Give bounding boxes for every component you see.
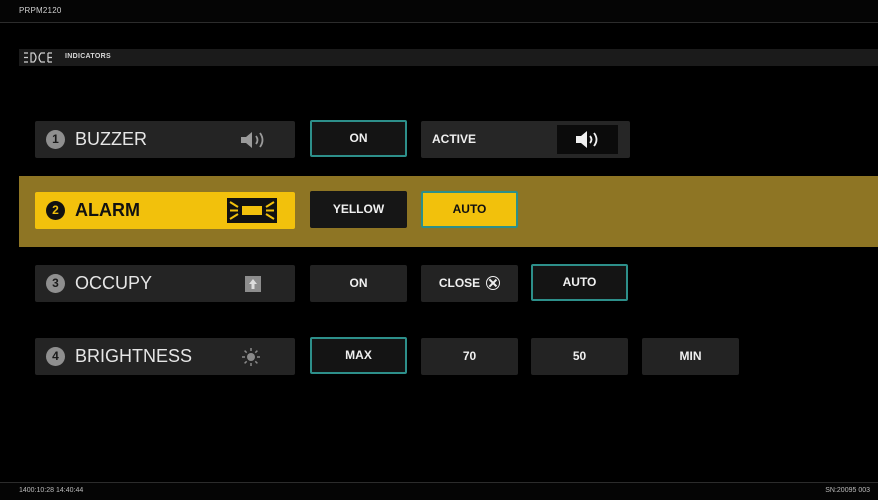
close-circle-icon — [486, 276, 501, 290]
alarm-label: 2 ALARM — [35, 192, 295, 229]
buzzer-status-text: ACTIVE — [432, 132, 477, 146]
model-label: PRPM2120 — [19, 6, 62, 15]
brightness-70-button[interactable]: 70 — [421, 338, 518, 375]
buzzer-on-button[interactable]: ON — [310, 120, 407, 157]
occupy-auto-button[interactable]: AUTO — [531, 264, 628, 301]
alarm-light-icon — [227, 198, 277, 223]
brightness-icon — [242, 348, 260, 366]
row-label: OCCUPY — [75, 273, 153, 293]
occupy-icon — [245, 276, 261, 292]
status-bar: 1400:10:28 14:40:44 SN:20095 003 — [0, 482, 878, 500]
occupy-label: 3 OCCUPY — [35, 265, 295, 302]
row-number: 1 — [46, 130, 65, 149]
alarm-auto-button[interactable]: AUTO — [421, 191, 518, 228]
speaker-icon — [576, 131, 598, 148]
brightness-label: 4 BRIGHTNESS — [35, 338, 295, 375]
speaker-icon — [241, 132, 264, 148]
brand-logo-icon — [24, 52, 52, 63]
row-label: ALARM — [75, 200, 140, 220]
brightness-max-button[interactable]: MAX — [310, 337, 407, 374]
row-number: 4 — [46, 347, 65, 366]
serial-number: SN:20095 003 — [825, 487, 870, 494]
row-number: 3 — [46, 274, 65, 293]
section-header: INDICATORS — [19, 49, 878, 66]
row-number: 2 — [46, 201, 65, 220]
buzzer-status-indicator — [557, 125, 618, 154]
occupy-close-button[interactable]: CLOSE — [421, 265, 518, 302]
brightness-min-button[interactable]: MIN — [642, 338, 739, 375]
datetime-label: 1400:10:28 14:40:44 — [19, 487, 84, 494]
section-title: INDICATORS — [65, 53, 111, 60]
row-label: BRIGHTNESS — [75, 346, 193, 366]
buzzer-label: 1 BUZZER — [35, 121, 295, 158]
alarm-yellow-button[interactable]: YELLOW — [310, 191, 407, 228]
row-label: BUZZER — [75, 129, 147, 149]
occupy-on-button[interactable]: ON — [310, 265, 407, 302]
close-label: CLOSE — [438, 276, 481, 290]
brightness-50-button[interactable]: 50 — [531, 338, 628, 375]
top-bar: PRPM2120 — [0, 0, 878, 23]
buzzer-status: ACTIVE — [421, 121, 630, 158]
